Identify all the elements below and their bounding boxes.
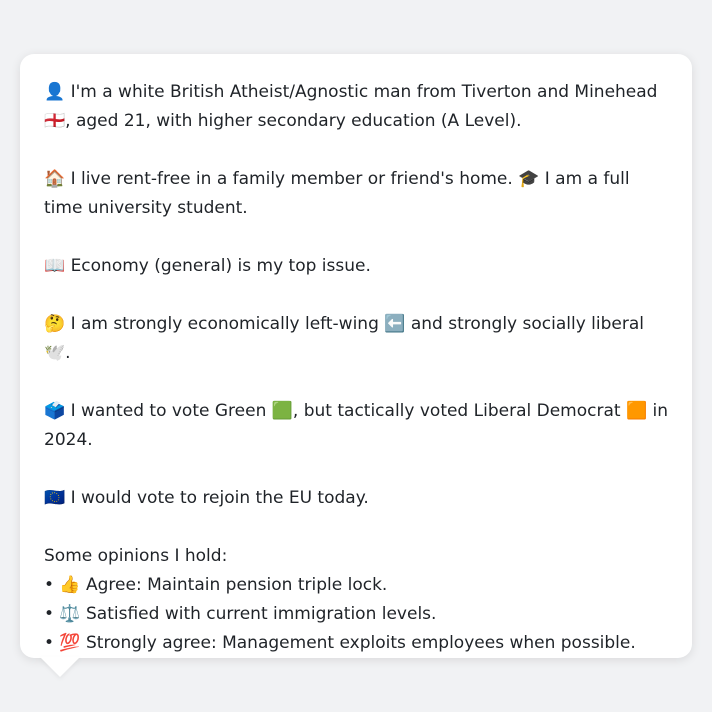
opinion-item: • 👍 Agree: Maintain pension triple lock.	[44, 575, 388, 595]
bubble-tail	[40, 657, 80, 677]
home-line: 🏠 I live rent-free in a family member or…	[44, 169, 630, 218]
ideology-line: 🤔 I am strongly economically left-wing ⬅…	[44, 314, 644, 363]
top-issue-line: 📖 Economy (general) is my top issue.	[44, 256, 371, 276]
identity-line: 👤 I'm a white British Atheist/Agnostic m…	[44, 82, 658, 131]
opinion-item: • 💯 Strongly agree: Management exploits …	[44, 633, 636, 653]
opinions-heading: Some opinions I hold:	[44, 546, 228, 566]
eu-line: 🇪🇺 I would vote to rejoin the EU today.	[44, 488, 369, 508]
opinions-list: • 👍 Agree: Maintain pension triple lock.…	[44, 571, 668, 658]
vote-line: 🗳️ I wanted to vote Green 🟩, but tactica…	[44, 401, 669, 450]
opinion-item: • ⚖️ Satisfied with current immigration …	[44, 604, 437, 624]
message-bubble: 👤 I'm a white British Atheist/Agnostic m…	[20, 54, 692, 658]
